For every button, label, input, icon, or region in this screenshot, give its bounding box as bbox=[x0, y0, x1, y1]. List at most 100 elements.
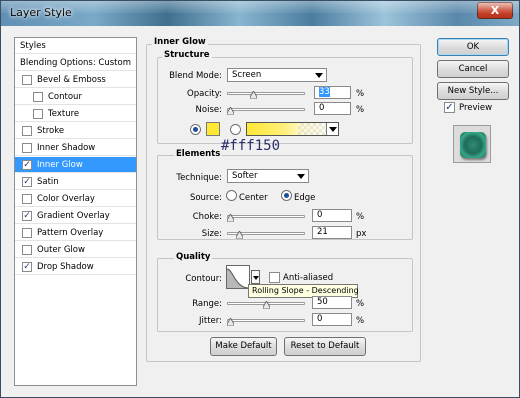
technique-label: Technique: bbox=[176, 173, 222, 183]
technique-select[interactable]: Softer bbox=[227, 169, 309, 183]
source-edge-label: Edge bbox=[294, 193, 316, 203]
preview-label: Preview bbox=[459, 103, 493, 113]
gradient-dropdown[interactable] bbox=[326, 123, 338, 135]
style-item-bevel-emboss[interactable]: Bevel & Emboss bbox=[15, 72, 136, 88]
style-item-pattern-overlay[interactable]: Pattern Overlay bbox=[15, 225, 136, 241]
choke-slider[interactable] bbox=[227, 212, 305, 222]
style-item-inner-shadow[interactable]: Inner Shadow bbox=[15, 140, 136, 156]
style-item-checkbox[interactable] bbox=[22, 228, 32, 238]
technique-value: Softer bbox=[232, 171, 258, 181]
style-item-texture[interactable]: Texture bbox=[15, 106, 136, 122]
jitter-value: 0 bbox=[317, 314, 323, 324]
new-style-button[interactable]: New Style... bbox=[437, 82, 509, 100]
choke-field[interactable]: 0 bbox=[312, 209, 352, 222]
blending-options-item[interactable]: Blending Options: Custom bbox=[15, 55, 136, 71]
range-label: Range: bbox=[192, 299, 222, 309]
preview-swatch bbox=[460, 132, 486, 158]
anti-aliased-label: Anti-aliased bbox=[283, 273, 334, 283]
style-item-label: Stroke bbox=[37, 126, 65, 136]
style-item-checkbox[interactable]: ✓ bbox=[22, 160, 32, 170]
range-thumb[interactable] bbox=[263, 301, 270, 309]
style-item-checkbox[interactable] bbox=[22, 194, 32, 204]
blend-mode-select[interactable]: Screen bbox=[227, 68, 327, 82]
glow-color-swatch[interactable] bbox=[206, 122, 220, 136]
style-item-gradient-overlay[interactable]: ✓ Gradient Overlay bbox=[15, 208, 136, 224]
noise-label: Noise: bbox=[195, 105, 222, 115]
gradient-radio[interactable] bbox=[230, 124, 241, 135]
style-item-label: Inner Shadow bbox=[37, 143, 96, 153]
jitter-unit: % bbox=[356, 316, 365, 326]
checkmark-icon: ✓ bbox=[445, 102, 454, 113]
style-item-label: Bevel & Emboss bbox=[37, 75, 106, 85]
opacity-field[interactable]: 33 bbox=[314, 86, 351, 99]
style-item-checkbox[interactable] bbox=[33, 92, 43, 102]
contour-curve-icon bbox=[226, 268, 250, 289]
style-item-checkbox[interactable]: ✓ bbox=[22, 177, 32, 187]
choke-unit: % bbox=[356, 212, 365, 222]
style-item-checkbox[interactable] bbox=[22, 75, 32, 85]
noise-thumb[interactable] bbox=[227, 107, 234, 115]
style-item-label: Pattern Overlay bbox=[37, 228, 104, 238]
style-item-contour[interactable]: Contour bbox=[15, 89, 136, 105]
style-item-label: Satin bbox=[37, 177, 59, 187]
noise-field[interactable]: 0 bbox=[314, 102, 351, 115]
make-default-button[interactable]: Make Default bbox=[210, 337, 277, 356]
opacity-slider[interactable] bbox=[227, 89, 305, 99]
preview-checkbox[interactable]: ✓ bbox=[444, 102, 455, 113]
choke-thumb[interactable] bbox=[227, 214, 234, 222]
style-item-drop-shadow[interactable]: ✓ Drop Shadow bbox=[15, 259, 136, 275]
jitter-thumb[interactable] bbox=[227, 318, 234, 326]
choke-label: Choke: bbox=[192, 212, 222, 222]
style-item-checkbox[interactable] bbox=[22, 126, 32, 136]
style-item-checkbox[interactable] bbox=[33, 109, 43, 119]
style-item-checkbox[interactable] bbox=[22, 245, 32, 255]
title-bar[interactable]: Layer Style X bbox=[1, 1, 519, 26]
style-item-checkbox[interactable] bbox=[22, 143, 32, 153]
noise-track bbox=[227, 108, 305, 111]
size-slider[interactable] bbox=[227, 229, 305, 239]
size-field[interactable]: 21 bbox=[312, 226, 352, 239]
styles-header[interactable]: Styles bbox=[15, 38, 136, 54]
size-label: Size: bbox=[201, 229, 222, 239]
range-unit: % bbox=[356, 299, 365, 309]
solid-color-radio[interactable] bbox=[190, 124, 201, 135]
anti-aliased-checkbox[interactable] bbox=[269, 272, 280, 283]
ok-button[interactable]: OK bbox=[437, 38, 509, 56]
size-value: 21 bbox=[317, 227, 328, 237]
noise-slider[interactable] bbox=[227, 105, 305, 115]
style-item-color-overlay[interactable]: Color Overlay bbox=[15, 191, 136, 207]
style-item-label: Inner Glow bbox=[37, 160, 83, 170]
window-title: Layer Style bbox=[10, 6, 72, 19]
style-item-inner-glow[interactable]: ✓ Inner Glow bbox=[15, 157, 136, 173]
style-item-checkbox[interactable]: ✓ bbox=[22, 211, 32, 221]
source-center-radio[interactable] bbox=[226, 190, 237, 201]
range-field[interactable]: 50 bbox=[312, 296, 352, 309]
blend-mode-label: Blend Mode: bbox=[169, 71, 222, 81]
opacity-unit: % bbox=[356, 89, 365, 99]
jitter-slider[interactable] bbox=[227, 316, 305, 326]
size-thumb[interactable] bbox=[236, 231, 243, 239]
style-item-label: Gradient Overlay bbox=[37, 211, 110, 221]
noise-unit: % bbox=[356, 105, 365, 115]
style-item-checkbox[interactable]: ✓ bbox=[22, 262, 32, 272]
style-item-label: Outer Glow bbox=[37, 245, 85, 255]
elements-title: Elements bbox=[174, 149, 223, 159]
contour-dropdown[interactable] bbox=[251, 270, 260, 284]
opacity-thumb[interactable] bbox=[250, 91, 257, 99]
close-button[interactable]: X bbox=[477, 2, 513, 19]
reset-to-default-button[interactable]: Reset to Default bbox=[284, 337, 366, 356]
style-item-outer-glow[interactable]: Outer Glow bbox=[15, 242, 136, 258]
choke-value: 0 bbox=[317, 210, 323, 220]
chevron-down-icon bbox=[297, 174, 305, 179]
style-item-label: Contour bbox=[48, 92, 82, 102]
contour-preview[interactable] bbox=[226, 265, 250, 289]
contour-label: Contour: bbox=[185, 274, 222, 284]
range-slider[interactable] bbox=[227, 299, 305, 309]
cancel-button[interactable]: Cancel bbox=[437, 60, 509, 78]
jitter-track bbox=[227, 319, 305, 322]
source-edge-radio[interactable] bbox=[281, 190, 292, 201]
jitter-field[interactable]: 0 bbox=[312, 313, 352, 326]
style-item-stroke[interactable]: Stroke bbox=[15, 123, 136, 139]
glow-gradient-picker[interactable] bbox=[246, 122, 339, 136]
style-item-satin[interactable]: ✓ Satin bbox=[15, 174, 136, 190]
